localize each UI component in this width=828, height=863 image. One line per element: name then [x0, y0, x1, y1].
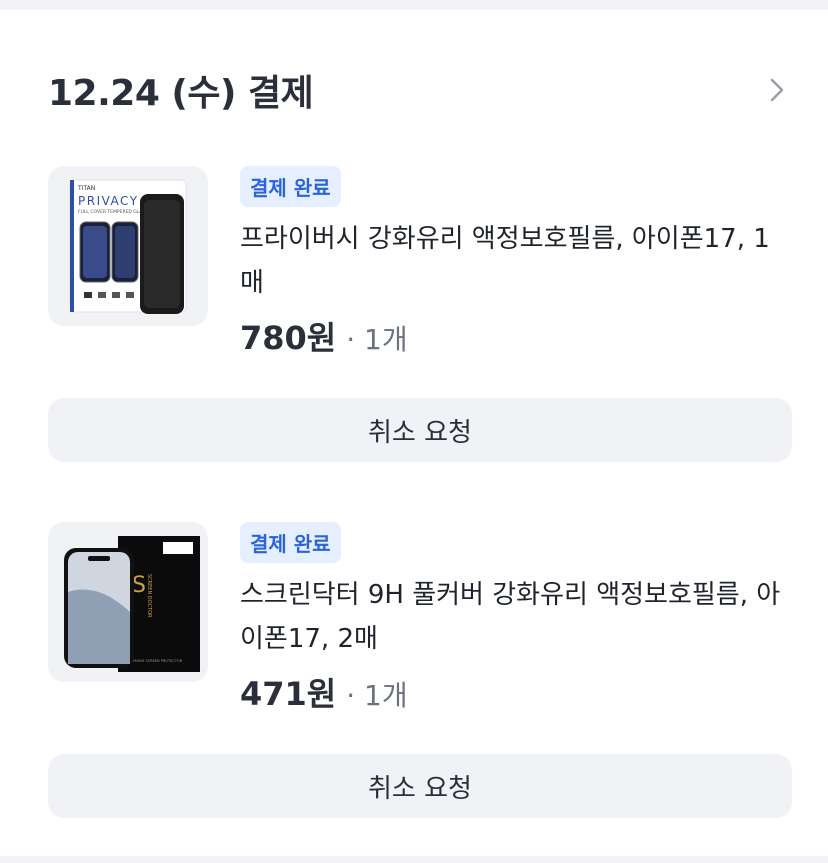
- brand-text: TITAN: [77, 185, 95, 192]
- order-item[interactable]: S SCREEN DOCTOR PREMIUM SCREEN PROTECTOR…: [48, 522, 792, 713]
- order-header[interactable]: 12.24 (수) 결제: [48, 70, 792, 114]
- status-badge: 결제 완료: [240, 166, 341, 207]
- quantity: · 1개: [346, 323, 408, 356]
- sub-text: FULL COVER TEMPERED GLASS: [78, 209, 148, 215]
- cancel-request-button[interactable]: 취소 요청: [48, 398, 792, 462]
- product-thumbnail[interactable]: TITAN PRIVACY FULL COVER TEMPERED GLASS: [48, 166, 208, 326]
- item-info: 결제 완료 스크린닥터 9H 풀커버 강화유리 액정보호필름, 아이폰17, 2…: [240, 522, 792, 715]
- order-date-title: 12.24 (수) 결제: [48, 73, 314, 114]
- svg-text:S: S: [132, 573, 146, 598]
- product-title[interactable]: 프라이버시 강화유리 액정보호필름, 아이폰17, 1매: [240, 217, 792, 305]
- product-title[interactable]: 스크린닥터 9H 풀커버 강화유리 액정보호필름, 아이폰17, 2매: [240, 573, 792, 661]
- item-info: 결제 완료 프라이버시 강화유리 액정보호필름, 아이폰17, 1매 780원 …: [240, 166, 792, 359]
- product-name-text: PRIVACY: [78, 194, 139, 208]
- product-thumbnail[interactable]: S SCREEN DOCTOR PREMIUM SCREEN PROTECTOR: [48, 522, 208, 682]
- section-divider: [0, 856, 828, 863]
- status-badge: 결제 완료: [240, 522, 341, 563]
- order-item[interactable]: TITAN PRIVACY FULL COVER TEMPERED GLASS …: [48, 166, 792, 357]
- price: 780원: [240, 319, 337, 357]
- price: 471원: [240, 675, 337, 713]
- price-row: 471원 · 1개: [240, 669, 792, 715]
- brand-text: SCREEN DOCTOR: [146, 574, 152, 618]
- quantity: · 1개: [346, 679, 408, 712]
- sub-text: PREMIUM SCREEN PROTECTOR: [128, 659, 183, 663]
- price-row: 780원 · 1개: [240, 313, 792, 359]
- cancel-request-button[interactable]: 취소 요청: [48, 754, 792, 818]
- chevron-right-icon[interactable]: [762, 75, 792, 105]
